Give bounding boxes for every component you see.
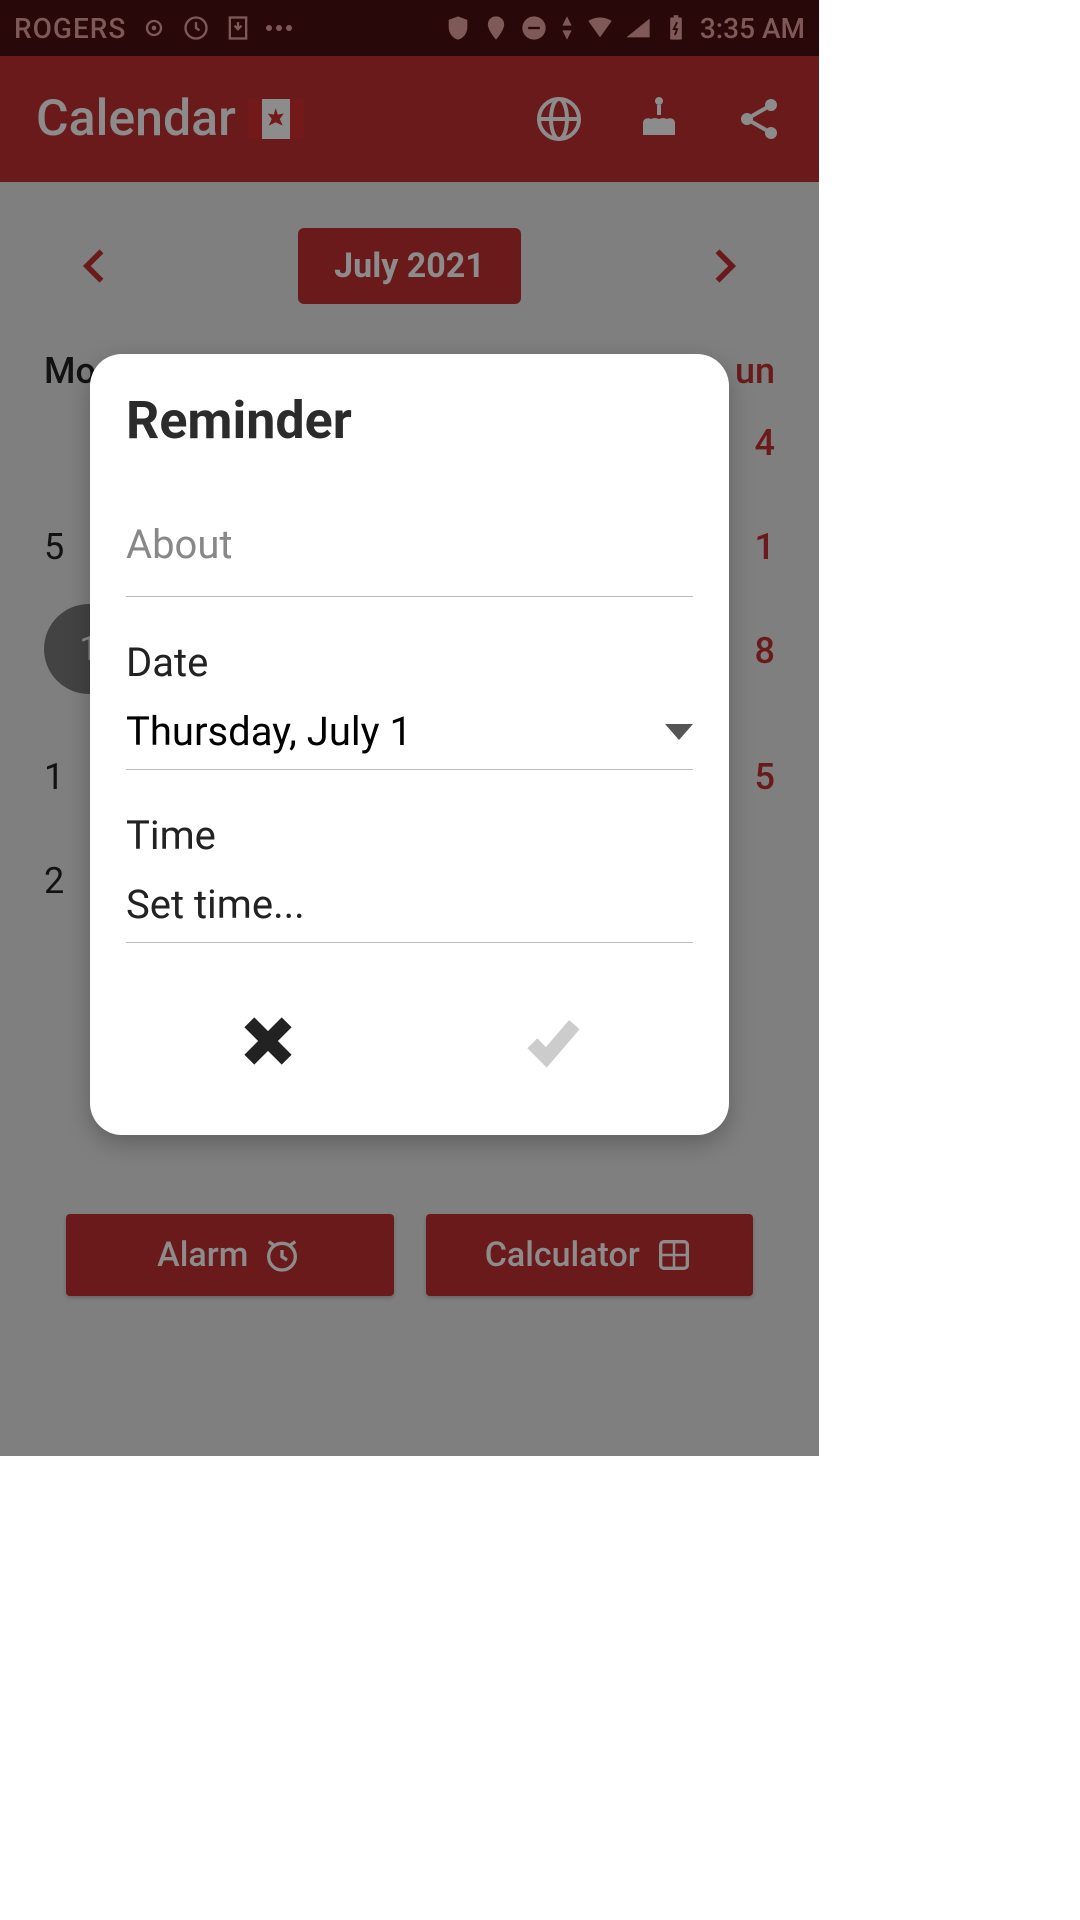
- check-icon: [523, 1013, 579, 1069]
- cancel-button[interactable]: [240, 1013, 296, 1069]
- chevron-down-icon: [665, 724, 693, 740]
- time-value: Set time...: [126, 881, 305, 928]
- close-icon: [240, 1013, 296, 1069]
- confirm-button[interactable]: [523, 1013, 579, 1069]
- date-label: Date: [126, 639, 693, 686]
- dialog-title: Reminder: [126, 390, 693, 451]
- time-picker[interactable]: Set time...: [126, 859, 693, 943]
- about-input[interactable]: [126, 511, 693, 597]
- reminder-dialog: Reminder Date Thursday, July 1 Time Set …: [90, 354, 729, 1135]
- date-value: Thursday, July 1: [126, 708, 412, 755]
- date-dropdown[interactable]: Thursday, July 1: [126, 686, 693, 770]
- time-label: Time: [126, 812, 693, 859]
